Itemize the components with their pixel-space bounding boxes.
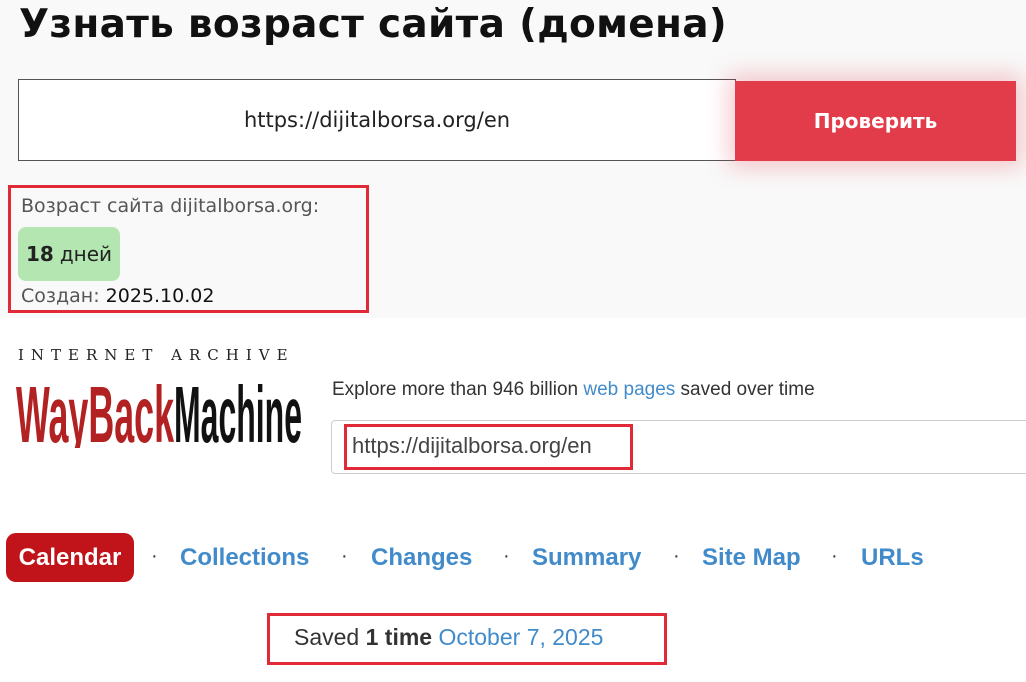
result-label: Возраст сайта dijitalborsa.org: [21, 195, 320, 217]
age-value: 18 [26, 242, 54, 266]
age-badge: 18 дней [18, 227, 121, 281]
saved-prefix: Saved [294, 624, 360, 650]
age-checker-panel: Узнать возраст сайта (домена) Проверить … [0, 0, 1026, 318]
url-input[interactable] [18, 79, 736, 161]
tab-site-map[interactable]: Site Map [702, 544, 801, 572]
explore-text: Explore more than 946 billion web pages … [332, 379, 815, 401]
wayback-machine-logo[interactable]: WayBack Machine [16, 372, 306, 448]
web-pages-link[interactable]: web pages [583, 379, 675, 400]
created-label: Создан: [21, 285, 100, 307]
tab-separator: · [341, 545, 348, 567]
created-line: Создан: 2025.10.02 [21, 285, 214, 307]
tab-collections[interactable]: Collections [180, 544, 309, 572]
logo-wayback-text: WayBack [16, 372, 174, 448]
age-unit: дней [59, 242, 113, 266]
logo-machine-text: Machine [174, 372, 302, 448]
check-button[interactable]: Проверить [735, 81, 1016, 161]
age-result-highlight: Возраст сайта dijitalborsa.org: 18 дней … [8, 185, 369, 313]
saved-date-link[interactable]: October 7, 2025 [438, 624, 603, 650]
page-title: Узнать возраст сайта (домена) [19, 2, 727, 47]
tab-calendar[interactable]: Calendar [6, 533, 134, 582]
tab-separator: · [151, 545, 158, 567]
internet-archive-text: INTERNET ARCHIVE [18, 346, 295, 364]
explore-prefix: Explore more than 946 billion [332, 379, 584, 400]
created-date: 2025.10.02 [105, 285, 215, 307]
wayback-search-value[interactable]: https://dijitalborsa.org/en [352, 433, 592, 459]
saved-info: Saved 1 time October 7, 2025 [294, 624, 603, 651]
saved-count: 1 time [365, 624, 433, 650]
tab-urls[interactable]: URLs [861, 544, 924, 572]
tab-summary[interactable]: Summary [532, 544, 641, 572]
explore-suffix: saved over time [675, 379, 815, 400]
wayback-tabs: Calendar · Collections · Changes · Summa… [0, 530, 1026, 584]
tab-separator: · [503, 545, 510, 567]
tab-separator: · [673, 545, 680, 567]
tab-separator: · [831, 545, 838, 567]
tab-changes[interactable]: Changes [371, 544, 472, 572]
